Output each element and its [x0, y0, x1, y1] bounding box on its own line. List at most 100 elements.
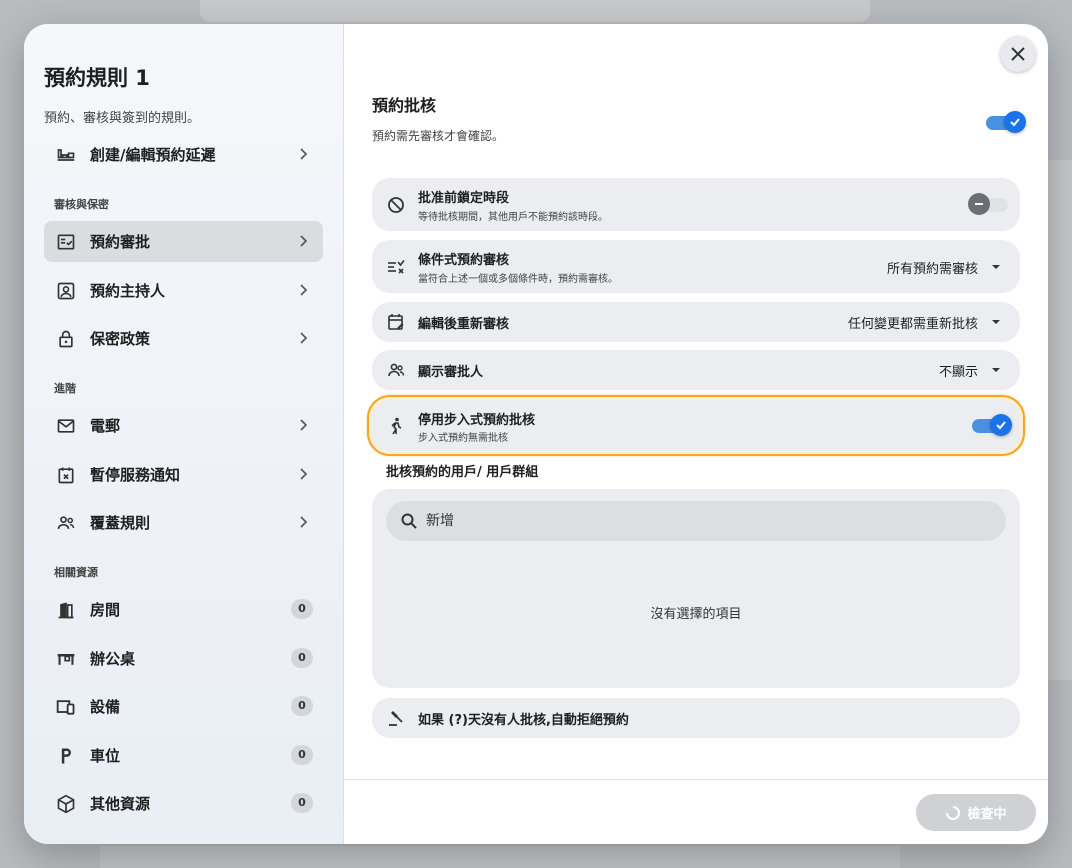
calendar-edit-icon — [386, 312, 406, 332]
sidebar-item-other-resources[interactable]: 其他資源 0 — [44, 783, 323, 824]
lock-slot-toggle[interactable] — [968, 193, 1008, 215]
close-icon — [1011, 47, 1025, 61]
door-icon — [54, 598, 78, 622]
sidebar-subtitle: 預約、審核與簽到的規則。 — [44, 111, 201, 126]
row-description: 當符合上述一個或多個條件時，預約需審核。 — [418, 274, 618, 285]
desk-icon — [54, 647, 78, 671]
sidebar-item-label: 房間 — [90, 601, 121, 619]
walkin-approval-toggle[interactable] — [972, 414, 1012, 436]
sidebar-item-label: 預約審批 — [90, 233, 151, 251]
host-icon — [54, 279, 78, 303]
count-badge: 0 — [291, 793, 313, 813]
lock-icon — [54, 327, 78, 351]
row-disable-walkin-approval: 停用步入式預約批核 步入式預約無需批核 — [367, 395, 1025, 456]
calendar-x-icon — [54, 463, 78, 487]
row-conditional-review[interactable]: 條件式預約審核 當符合上述一個或多個條件時，預約需審核。 所有預約需審核 — [372, 240, 1020, 293]
row-title: 顯示審批人 — [418, 365, 484, 380]
gavel-icon — [386, 708, 406, 728]
approver-users-label: 批核預約的用戶/ 用戶群組 — [386, 465, 539, 480]
row-description: 等待批核期間，其他用戶不能預約該時段。 — [418, 212, 608, 223]
re-review-select[interactable]: 任何變更都需重新批核 — [848, 313, 978, 332]
backdrop-header — [200, 0, 870, 22]
show-approver-select[interactable]: 不顯示 — [939, 361, 978, 380]
sidebar-item-booking-delay[interactable]: 創建/編輯預約延遲 — [44, 134, 323, 175]
row-title: 編輯後重新審核 — [418, 317, 510, 332]
check-icon — [1010, 118, 1020, 127]
row-show-approver[interactable]: 顯示審批人 不顯示 — [372, 350, 1020, 390]
sidebar-item-label: 電郵 — [90, 417, 121, 435]
sidebar-item-override[interactable]: 覆蓋規則 — [44, 502, 323, 543]
chevron-right-icon — [300, 332, 308, 344]
caret-down-icon — [992, 368, 1000, 372]
conditional-icon — [386, 257, 406, 277]
chevron-right-icon — [300, 148, 308, 160]
chevron-right-icon — [300, 468, 308, 480]
row-re-review[interactable]: 編輯後重新審核 任何變更都需重新批核 — [372, 302, 1020, 342]
count-badge: 0 — [291, 648, 313, 668]
booking-rule-modal: 預約規則 1 預約、審核與簽到的規則。 創建/編輯預約延遲 審核與保密 預約審批… — [24, 24, 1048, 844]
approval-icon — [54, 230, 78, 254]
conditional-review-select[interactable]: 所有預約需審核 — [887, 258, 978, 277]
walk-icon — [386, 416, 406, 436]
sidebar-title: 預約規則 1 — [44, 66, 150, 90]
sidebar-item-label: 車位 — [90, 747, 121, 765]
section-heading-approval: 審核與保密 — [54, 198, 109, 211]
sidebar-item-equipment[interactable]: 設備 0 — [44, 686, 323, 727]
chevron-right-icon — [300, 235, 308, 247]
parking-icon — [54, 744, 78, 768]
sidebar-item-suspension[interactable]: 暫停服務通知 — [44, 454, 323, 495]
approval-toggle[interactable] — [986, 111, 1026, 133]
chevron-right-icon — [300, 419, 308, 431]
count-badge: 0 — [291, 696, 313, 716]
sidebar-item-rooms[interactable]: 房間 0 — [44, 589, 323, 630]
section-subtitle: 預約需先審核才會確認。 — [372, 129, 505, 143]
toggle-thumb — [990, 414, 1012, 436]
close-button[interactable] — [1000, 36, 1036, 72]
sidebar-item-label: 預約主持人 — [90, 282, 166, 300]
toggle-thumb — [1004, 111, 1026, 133]
count-badge: 0 — [291, 745, 313, 765]
booking-delay-icon — [54, 143, 78, 167]
sidebar: 預約規則 1 預約、審核與簽到的規則。 創建/編輯預約延遲 審核與保密 預約審批… — [24, 24, 344, 844]
sidebar-item-host[interactable]: 預約主持人 — [44, 270, 323, 311]
row-description: 步入式預約無需批核 — [418, 433, 508, 444]
backdrop-footer — [100, 846, 900, 868]
devices-icon — [54, 695, 78, 719]
toggle-thumb — [968, 193, 990, 215]
empty-state-text: 沒有選擇的項目 — [650, 607, 742, 622]
sidebar-item-desks[interactable]: 辦公桌 0 — [44, 638, 323, 679]
sidebar-item-approval[interactable]: 預約審批 — [44, 221, 323, 262]
search-bar[interactable] — [386, 501, 1006, 541]
sidebar-item-label: 設備 — [90, 698, 121, 716]
search-input[interactable] — [426, 513, 986, 529]
sidebar-item-parking[interactable]: 車位 0 — [44, 735, 323, 776]
sidebar-item-label: 辦公桌 — [90, 650, 136, 668]
search-icon — [401, 513, 417, 529]
sidebar-item-label: 創建/編輯預約延遲 — [90, 146, 216, 164]
section-heading-advanced: 進階 — [54, 382, 76, 395]
row-title: 條件式預約審核 — [418, 253, 510, 268]
sidebar-item-label: 其他資源 — [90, 795, 151, 813]
chevron-right-icon — [300, 516, 308, 528]
people-icon — [54, 511, 78, 535]
section-title: 預約批核 — [372, 96, 437, 115]
block-icon — [386, 195, 406, 215]
row-auto-reject[interactable]: 如果 (?)天沒有人批核,自動拒絕預約 — [372, 698, 1020, 738]
mail-icon — [54, 414, 78, 438]
row-title: 如果 (?)天沒有人批核,自動拒絕預約 — [418, 713, 629, 728]
row-title: 批准前鎖定時段 — [418, 191, 510, 206]
sidebar-item-label: 保密政策 — [90, 330, 151, 348]
box-icon — [54, 792, 78, 816]
sidebar-item-privacy[interactable]: 保密政策 — [44, 318, 323, 359]
minus-icon — [975, 203, 983, 205]
section-heading-resources: 相關資源 — [54, 566, 98, 579]
people-icon — [386, 360, 406, 380]
check-icon — [996, 421, 1006, 430]
chevron-right-icon — [300, 284, 308, 296]
spinner-icon — [946, 805, 961, 820]
sidebar-item-label: 覆蓋規則 — [90, 514, 151, 532]
sidebar-item-email[interactable]: 電郵 — [44, 405, 323, 446]
checking-button[interactable]: 檢查中 — [916, 794, 1036, 831]
backdrop-side — [1048, 160, 1072, 680]
approver-users-box: 沒有選擇的項目 — [372, 489, 1020, 688]
